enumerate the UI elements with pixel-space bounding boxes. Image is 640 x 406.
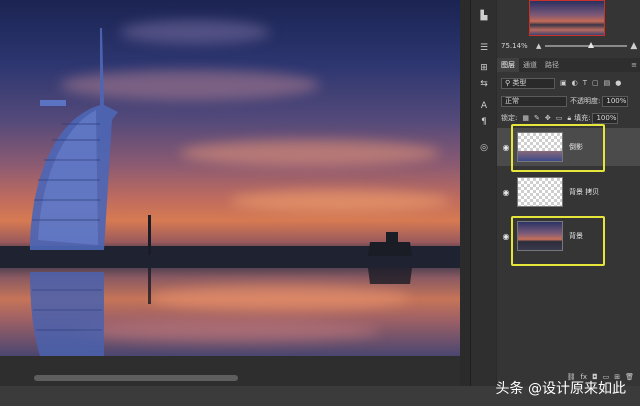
- lock-transparent-icon[interactable]: ▦: [522, 114, 529, 122]
- layer-row[interactable]: ◉ 背景 拷贝: [497, 173, 640, 211]
- shape-filter-icon[interactable]: ▢: [592, 79, 599, 87]
- watermark-text: 头条 @设计原来如此: [495, 381, 626, 397]
- layer-filter-label: 类型: [512, 79, 527, 87]
- styles-icon[interactable]: ◎: [478, 142, 490, 154]
- panel-icon-strip: ▙ ☰ ⊞ ⇆ A ¶ ◎: [470, 0, 496, 386]
- zoom-in-icon[interactable]: ▲: [630, 41, 637, 51]
- adjustment-filter-icon[interactable]: ◐: [572, 79, 578, 87]
- document-canvas[interactable]: [0, 0, 460, 356]
- filter-toggle-icon[interactable]: ●: [615, 79, 621, 87]
- layer-filter-row: ⚲ 类型 ▣ ◐ T ▢ ▤ ●: [497, 76, 640, 90]
- properties-icon[interactable]: ⊞: [478, 62, 490, 74]
- navigator-zoom-row: 75.14% ▲ ▲: [497, 40, 640, 52]
- panel-menu-icon[interactable]: ≡: [631, 61, 637, 69]
- navigator-preview[interactable]: [529, 0, 605, 36]
- zoom-slider[interactable]: [545, 42, 628, 48]
- adjustments-icon[interactable]: ☰: [478, 42, 490, 54]
- fill-label: 填充:: [574, 114, 591, 122]
- layer-thumbnail: [517, 177, 563, 207]
- trash-icon[interactable]: 🗑︎: [625, 373, 634, 381]
- canvas-scroll-area: [0, 356, 460, 386]
- opacity-value: 100%: [606, 97, 627, 105]
- burj-al-arab-silhouette: [30, 28, 412, 356]
- sliders-icon[interactable]: ⇆: [478, 78, 490, 90]
- annotation-highlight: [511, 216, 605, 266]
- layer-filter-select[interactable]: ⚲ 类型: [501, 77, 555, 89]
- smart-object-filter-icon[interactable]: ▤: [604, 79, 611, 87]
- search-icon: ⚲: [505, 79, 511, 87]
- tab-paths[interactable]: 路径: [541, 58, 563, 72]
- zoom-slider-handle[interactable]: [588, 42, 595, 48]
- eye-icon[interactable]: ◉: [497, 188, 515, 197]
- opacity-label: 不透明度:: [570, 97, 601, 105]
- horizontal-scrollbar[interactable]: [34, 375, 238, 381]
- paragraph-icon[interactable]: ¶: [478, 116, 490, 128]
- opacity-field[interactable]: 100%: [602, 95, 629, 107]
- image-filter-icon[interactable]: ▣: [560, 79, 567, 87]
- lock-fill-row: 锁定: ▦ ✎ ✥ ▭ 🔒︎ 填充: 100%: [497, 111, 640, 125]
- blend-opacity-row: 正常 不透明度: 100%: [497, 94, 640, 108]
- histogram-icon[interactable]: ▙: [478, 10, 490, 22]
- type-filter-icon[interactable]: T: [583, 79, 587, 87]
- fill-field[interactable]: 100%: [592, 112, 619, 124]
- lock-label: 锁定:: [501, 114, 518, 122]
- blend-mode-value: 正常: [505, 97, 519, 105]
- zoom-out-icon[interactable]: ▲: [536, 42, 541, 50]
- lock-all-icon[interactable]: 🔒︎: [567, 114, 571, 123]
- annotation-highlight: [511, 124, 605, 172]
- lock-position-icon[interactable]: ✥: [545, 114, 551, 122]
- lock-pixels-icon[interactable]: ✎: [534, 114, 540, 122]
- right-panels: 75.14% ▲ ▲ 图层 通道 路径 ≡ ⚲ 类型 ▣ ◐ T ▢ ▤ ● 正…: [497, 0, 640, 386]
- layer-name[interactable]: 背景 拷贝: [569, 187, 599, 197]
- tab-channels[interactable]: 通道: [519, 58, 541, 72]
- zoom-level[interactable]: 75.14%: [501, 42, 533, 50]
- layers-panel-tabs: 图层 通道 路径 ≡: [497, 58, 640, 72]
- lock-artboard-icon[interactable]: ▭: [556, 114, 563, 122]
- fill-value: 100%: [596, 114, 617, 122]
- character-icon[interactable]: A: [478, 100, 490, 112]
- tab-layers[interactable]: 图层: [497, 58, 519, 72]
- blend-mode-select[interactable]: 正常: [501, 95, 567, 107]
